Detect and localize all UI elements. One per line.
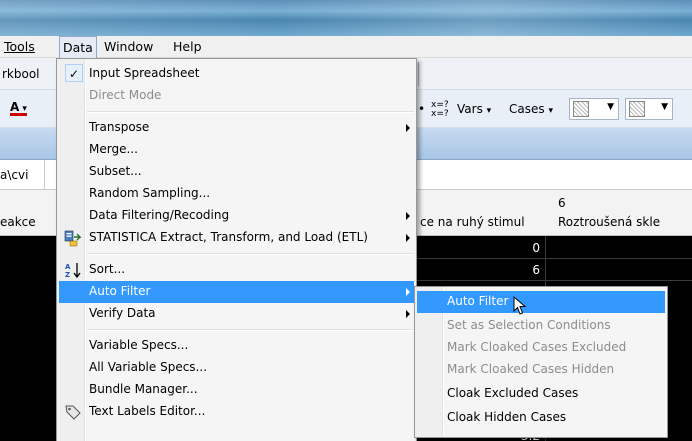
menu-item-label: Subset... (89, 164, 142, 178)
menu-item-text-labels-editor[interactable]: Text Labels Editor... (59, 401, 414, 423)
menu-item-variable-specs[interactable]: Variable Specs... (59, 335, 414, 357)
toolbar-divider (418, 62, 419, 86)
menu-item-label: Variable Specs... (89, 338, 189, 352)
menu-separator (87, 253, 414, 255)
tag-icon (65, 405, 81, 420)
menu-item-label: Auto Filter (447, 294, 509, 308)
menu-item-etl[interactable]: STATISTICA Extract, Transform, and Load … (59, 227, 414, 249)
menu-data[interactable]: Data (59, 36, 97, 58)
menu-item-input-spreadsheet[interactable]: ✓ Input Spreadsheet (59, 63, 414, 85)
menu-item-auto-filter[interactable]: Auto Filter (59, 281, 414, 303)
pattern-dropdown-2[interactable]: ▼ (625, 98, 673, 120)
grid-cell[interactable]: 0 (480, 241, 540, 255)
cases-label: Cases (509, 102, 545, 116)
menu-item-transpose[interactable]: Transpose (59, 117, 414, 139)
menu-item-label: Auto Filter (89, 284, 151, 298)
menu-help-label: Help (173, 39, 202, 54)
toolbar-dot: • (418, 102, 426, 116)
menu-item-label: Mark Cloaked Cases Excluded (447, 340, 627, 354)
menu-item-label: Cloak Excluded Cases (447, 386, 579, 400)
menu-separator (87, 111, 414, 113)
menu-item-verify-data[interactable]: Verify Data (59, 303, 414, 325)
menu-item-sort[interactable]: A Z Sort... (59, 259, 414, 281)
vars-label: Vars (457, 102, 483, 116)
workbook-tab[interactable]: rkbool (2, 67, 40, 81)
submenu-item-mark-cloaked-excluded: Mark Cloaked Cases Excluded (417, 337, 665, 359)
submenu-item-cloak-hidden[interactable]: Cloak Hidden Cases (417, 407, 665, 429)
svg-text:Z: Z (65, 271, 70, 279)
column-header-left[interactable]: eakce (0, 215, 36, 229)
column-header-6[interactable]: Roztroušená skle (558, 215, 660, 229)
menu-item-bundle-manager[interactable]: Bundle Manager... (59, 379, 414, 401)
submenu-item-set-selection-conditions: Set as Selection Conditions (417, 315, 665, 337)
menu-item-label: Cloak Hidden Cases (447, 410, 567, 424)
menu-item-label: Direct Mode (89, 88, 162, 102)
submenu-arrow-icon (406, 124, 410, 132)
data-menu: ✓ Input Spreadsheet Direct Mode Transpos… (56, 58, 417, 441)
menu-item-label: Sort... (89, 262, 126, 276)
path-text: a\cvi (0, 168, 29, 182)
submenu-item-auto-filter[interactable]: Auto Filter (417, 291, 665, 313)
grid-row-line (410, 280, 692, 281)
auto-filter-submenu: Auto Filter Set as Selection Conditions … (414, 286, 668, 438)
menu-item-label: Set as Selection Conditions (447, 318, 611, 332)
vars-button[interactable]: Vars ▾ (457, 102, 491, 116)
menu-item-subset[interactable]: Subset... (59, 161, 414, 183)
checkmark-icon: ✓ (65, 64, 83, 82)
menu-item-label: Verify Data (89, 306, 156, 320)
menu-tools[interactable]: Tools (4, 39, 35, 54)
cases-button[interactable]: Cases ▾ (509, 102, 553, 116)
sort-icon: A Z (65, 263, 81, 279)
submenu-arrow-icon (406, 310, 410, 318)
menu-bar: Tools Data Window Help (0, 36, 692, 58)
menu-tools-label: Tools (4, 39, 35, 54)
menu-item-label: Text Labels Editor... (89, 404, 206, 418)
submenu-item-mark-cloaked-hidden: Mark Cloaked Cases Hidden (417, 359, 665, 381)
menu-item-label: Transpose (89, 120, 150, 134)
menu-item-label: All Variable Specs... (89, 360, 208, 374)
pattern-dropdown-1[interactable]: ▼ (569, 98, 619, 120)
vars-icon: x=? x=? (431, 100, 449, 119)
menu-item-data-filtering[interactable]: Data Filtering/Recoding (59, 205, 414, 227)
menu-window[interactable]: Window (104, 39, 153, 54)
menu-item-all-variable-specs[interactable]: All Variable Specs... (59, 357, 414, 379)
menu-data-label: Data (63, 40, 93, 55)
font-color-icon[interactable]: A ▾ (10, 100, 27, 114)
menu-item-direct-mode: Direct Mode (59, 85, 414, 107)
submenu-arrow-icon (406, 288, 410, 296)
column-number-6: 6 (558, 196, 566, 210)
window-title-bar (0, 0, 692, 36)
menu-item-label: Mark Cloaked Cases Hidden (447, 362, 615, 376)
menu-item-random-sampling[interactable]: Random Sampling... (59, 183, 414, 205)
menu-window-label: Window (104, 39, 154, 54)
grid-cell[interactable]: 6 (480, 263, 540, 277)
menu-separator (87, 329, 414, 331)
grid-row-line (410, 258, 692, 259)
svg-text:A: A (65, 263, 71, 271)
submenu-arrow-icon (406, 234, 410, 242)
menu-item-merge[interactable]: Merge... (59, 139, 414, 161)
mouse-cursor-icon (513, 296, 527, 315)
column-header-mid[interactable]: ce na ruhý stimul (420, 215, 525, 229)
menu-item-label: Data Filtering/Recoding (89, 208, 230, 222)
menu-help[interactable]: Help (173, 39, 202, 54)
submenu-item-cloak-excluded[interactable]: Cloak Excluded Cases (417, 383, 665, 405)
menu-item-label: Input Spreadsheet (89, 66, 200, 80)
etl-icon (64, 230, 82, 247)
menu-item-label: STATISTICA Extract, Transform, and Load … (89, 230, 368, 244)
menu-item-label: Bundle Manager... (89, 382, 198, 396)
menu-item-label: Merge... (89, 142, 138, 156)
menu-item-label: Random Sampling... (89, 186, 211, 200)
submenu-arrow-icon (406, 212, 410, 220)
